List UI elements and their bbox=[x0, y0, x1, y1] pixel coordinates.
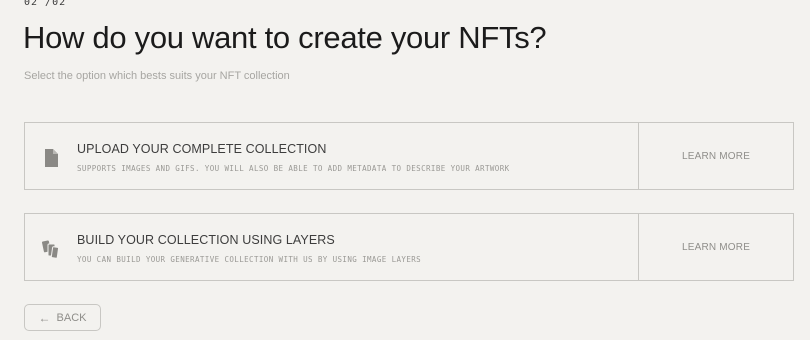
layers-icon bbox=[42, 239, 60, 259]
option-layers-main[interactable]: BUILD YOUR COLLECTION USING LAYERS YOU C… bbox=[25, 214, 639, 280]
option-description: SUPPORTS IMAGES AND GIFS. YOU WILL ALSO … bbox=[77, 164, 510, 173]
back-button[interactable]: ← BACK bbox=[24, 304, 101, 331]
learn-more-button[interactable]: LEARN MORE bbox=[639, 123, 793, 189]
learn-more-button[interactable]: LEARN MORE bbox=[639, 214, 793, 280]
option-upload-collection[interactable]: UPLOAD YOUR COMPLETE COLLECTION SUPPORTS… bbox=[24, 122, 794, 190]
option-upload-main[interactable]: UPLOAD YOUR COMPLETE COLLECTION SUPPORTS… bbox=[25, 123, 639, 189]
option-build-layers[interactable]: BUILD YOUR COLLECTION USING LAYERS YOU C… bbox=[24, 213, 794, 281]
page-title: How do you want to create your NFTs? bbox=[23, 20, 547, 55]
option-description: YOU CAN BUILD YOUR GENERATIVE COLLECTION… bbox=[77, 255, 422, 264]
page-subtitle: Select the option which bests suits your… bbox=[24, 70, 290, 82]
arrow-left-icon: ← bbox=[38, 310, 51, 325]
step-indicator: 02 /02 bbox=[24, 0, 67, 8]
option-title: UPLOAD YOUR COMPLETE COLLECTION bbox=[77, 142, 327, 156]
option-title: BUILD YOUR COLLECTION USING LAYERS bbox=[77, 233, 335, 247]
document-icon bbox=[42, 148, 60, 168]
back-label: BACK bbox=[56, 311, 87, 324]
